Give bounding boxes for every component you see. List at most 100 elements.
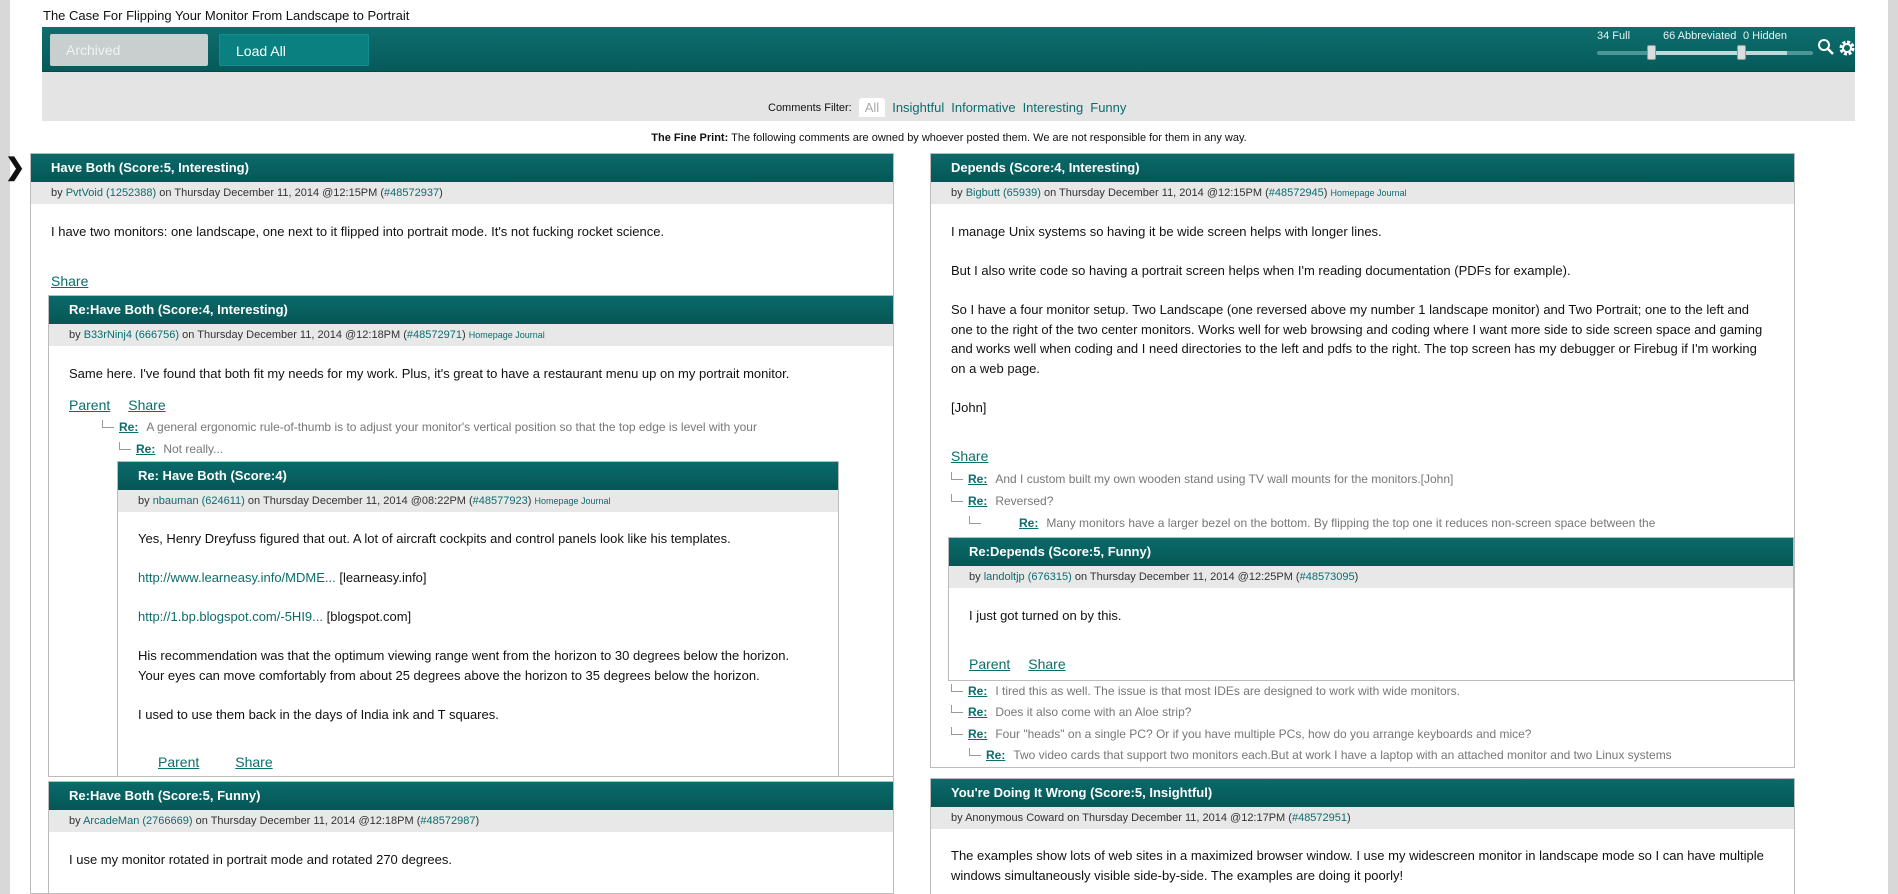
hidden-count-label: 0 Hidden <box>1743 30 1788 42</box>
archived-discussion-button[interactable]: Archived Discussion <box>50 34 208 90</box>
comment-id-link[interactable]: #48572945 <box>1269 187 1324 199</box>
comment-actions: Parent Share <box>69 397 166 413</box>
comment: Re:Depends (Score:5, Funny) by landoltjp… <box>948 537 1794 681</box>
comment-id-link[interactable]: #48572987 <box>420 815 475 827</box>
comment-title[interactable]: You're Doing It Wrong (Score:5, Insightf… <box>931 779 1794 807</box>
comment-id-link[interactable]: #48577923 <box>473 495 528 507</box>
user-link[interactable]: PvtVoid (1252388) <box>66 187 157 199</box>
comment-body: I manage Unix systems so having it be wi… <box>951 224 1763 415</box>
comment-actions: Parent Share <box>158 754 273 770</box>
comment-id-link[interactable]: #48572971 <box>407 329 462 341</box>
filter-informative[interactable]: Informative <box>951 100 1015 115</box>
thread-connector <box>951 494 963 502</box>
reply-link[interactable]: Re: <box>968 472 987 486</box>
full-count-label: 34 Full <box>1597 30 1631 42</box>
filter-label: Comments Filter: <box>768 101 852 114</box>
comment-id-link[interactable]: #48573095 <box>1300 571 1355 583</box>
reply-link[interactable]: Re: <box>968 705 987 719</box>
thread-connector <box>969 748 981 756</box>
collapsed-reply[interactable]: Re: Does it also come with an Aloe strip? <box>968 705 1191 719</box>
reply-link[interactable]: Re: <box>968 494 987 508</box>
share-link[interactable]: Share <box>951 448 988 464</box>
search-icon[interactable] <box>1816 38 1836 58</box>
discussion-toolbar: Archived Discussion Load All Comments 34… <box>42 27 1857 91</box>
collapsed-reply[interactable]: Re: Four "heads" on a single PC? Or if yo… <box>968 727 1531 741</box>
share-link[interactable]: Share <box>51 273 88 289</box>
collapsed-reply[interactable]: Re: Not really... <box>136 442 223 456</box>
story-title[interactable]: The Case For Flipping Your Monitor From … <box>43 8 409 23</box>
comment-title[interactable]: Re:Depends (Score:5, Funny) <box>949 538 1793 566</box>
filter-interesting[interactable]: Interesting <box>1023 100 1084 115</box>
threshold-slider[interactable] <box>1597 45 1813 60</box>
comment-id-link[interactable]: #48572937 <box>384 187 439 199</box>
comment-meta: by B33rNinj4 (666756) on Thursday Decemb… <box>49 324 893 346</box>
comment-meta: by landoltjp (676315) on Thursday Decemb… <box>949 566 1793 588</box>
reply-link[interactable]: Re: <box>1019 516 1038 530</box>
parent-link[interactable]: Parent <box>69 397 110 413</box>
reply-link[interactable]: Re: <box>119 420 138 434</box>
thread-connector <box>951 684 963 692</box>
abbreviated-count-label: 66 Abbreviated <box>1663 30 1737 42</box>
parent-link[interactable]: Parent <box>158 754 199 770</box>
comment-title[interactable]: Re:Have Both (Score:5, Funny) <box>49 782 893 810</box>
comment-body: I have two monitors: one landscape, one … <box>51 224 665 239</box>
reply-link[interactable]: Re: <box>986 748 1005 762</box>
collapsed-reply[interactable]: Re: I tired this as well. The issue is th… <box>968 684 1460 698</box>
comment: You're Doing It Wrong (Score:5, Insightf… <box>930 778 1795 894</box>
comment: Re:Have Both (Score:4, Interesting) by B… <box>48 295 893 777</box>
thread-connector <box>102 420 114 428</box>
comment-title[interactable]: Depends (Score:4, Interesting) <box>931 154 1794 182</box>
comment: Depends (Score:4, Interesting) by Bigbut… <box>930 153 1795 768</box>
comments-filter: Comments Filter: All Insightful Informat… <box>768 98 1126 117</box>
homepage-journal-link[interactable]: Homepage Journal <box>469 330 545 340</box>
filter-funny[interactable]: Funny <box>1090 100 1126 115</box>
comment-meta: by Anonymous Coward on Thursday December… <box>931 807 1794 829</box>
collapsed-reply[interactable]: Re: A general ergonomic rule-of-thumb is … <box>119 420 757 434</box>
comment-body: Yes, Henry Dreyfuss figured that out. A … <box>138 531 790 722</box>
user-link[interactable]: Bigbutt (65939) <box>966 187 1041 199</box>
comment: Re: Have Both (Score:4) by nbauman (6246… <box>117 461 839 776</box>
fine-print: The Fine Print: The following comments a… <box>10 132 1888 144</box>
collapsed-reply[interactable]: Re: Many monitors have a larger bezel on … <box>1019 516 1655 530</box>
thread-connector <box>969 516 981 524</box>
comment-body: I just got turned on by this. <box>969 608 1122 623</box>
user-link[interactable]: landoltjp (676315) <box>984 571 1072 583</box>
share-link[interactable]: Share <box>128 397 165 413</box>
user-link[interactable]: B33rNinj4 (666756) <box>84 329 179 341</box>
comment-meta: by nbauman (624611) on Thursday December… <box>118 490 838 512</box>
collapsed-reply[interactable]: Re: Reversed? <box>968 494 1053 508</box>
share-link[interactable]: Share <box>235 754 272 770</box>
filter-insightful[interactable]: Insightful <box>892 100 944 115</box>
comment-id-link[interactable]: #48572951 <box>1292 812 1347 824</box>
filter-bar: Comments Filter: All Insightful Informat… <box>42 72 1855 121</box>
homepage-journal-link[interactable]: Homepage Journal <box>534 496 610 506</box>
comment-actions: Share <box>51 273 88 289</box>
comment: Have Both (Score:5, Interesting) by PvtV… <box>30 153 894 894</box>
collapsed-reply[interactable]: Re: Two video cards that support two moni… <box>986 748 1672 762</box>
fine-print-label: The Fine Print: <box>651 132 729 144</box>
load-all-comments-button[interactable]: Load All Comments <box>219 34 369 91</box>
comment-title[interactable]: Have Both (Score:5, Interesting) <box>31 154 893 182</box>
full-threshold-handle[interactable] <box>1647 45 1656 60</box>
reply-link[interactable]: Re: <box>968 684 987 698</box>
comment-title[interactable]: Re:Have Both (Score:4, Interesting) <box>49 296 893 324</box>
filter-all[interactable]: All <box>858 98 886 117</box>
comment-meta: by ArcadeMan (2766669) on Thursday Decem… <box>49 810 893 832</box>
thread-connector <box>951 472 963 480</box>
hidden-threshold-handle[interactable] <box>1737 45 1746 60</box>
share-link[interactable]: Share <box>1028 656 1065 672</box>
reply-link[interactable]: Re: <box>136 442 155 456</box>
homepage-journal-link[interactable]: Homepage Journal <box>1331 188 1407 198</box>
thread-connector <box>119 442 131 450</box>
parent-link[interactable]: Parent <box>969 656 1010 672</box>
reply-link[interactable]: Re: <box>968 727 987 741</box>
user-link[interactable]: ArcadeMan (2766669) <box>83 815 192 827</box>
gear-icon[interactable] <box>1837 38 1857 58</box>
external-link[interactable]: http://1.bp.blogspot.com/-5HI9... <box>138 609 323 624</box>
collapsed-reply[interactable]: Re: And I custom built my own wooden stan… <box>968 472 1453 486</box>
user-link[interactable]: nbauman (624611) <box>153 495 245 507</box>
comment-title[interactable]: Re: Have Both (Score:4) <box>118 462 838 490</box>
external-link[interactable]: http://www.learneasy.info/MDME... <box>138 570 336 585</box>
comment-meta: by Bigbutt (65939) on Thursday December … <box>931 182 1794 204</box>
thread-connector <box>951 727 963 735</box>
